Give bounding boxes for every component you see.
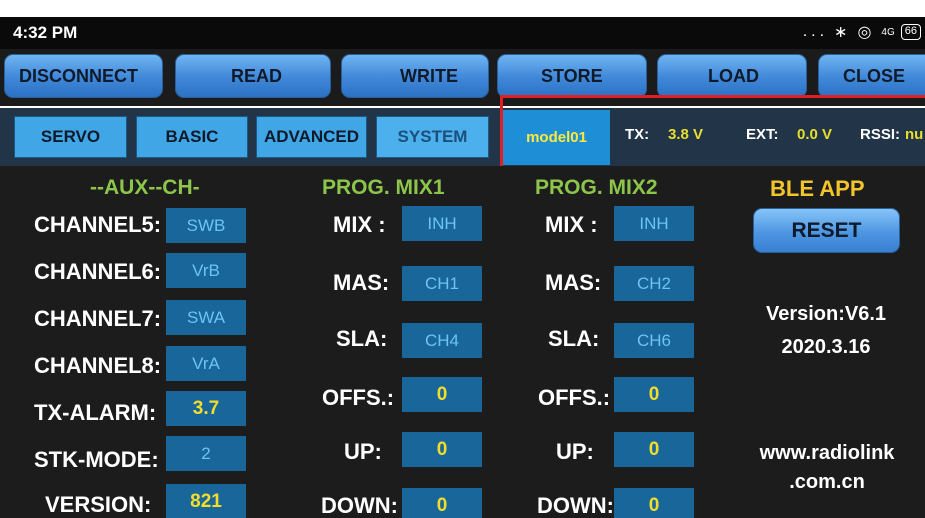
bluetooth-icon: ∗ [834,24,852,41]
mix1-slave-label: SLA: [336,326,388,351]
mix2-down-label: DOWN: [537,493,614,518]
mix1-up-input[interactable]: 0 [402,432,482,467]
more-dots-icon: ... [802,23,829,40]
mix2-slave-select[interactable]: CH6 [614,323,694,358]
mix2-offset-input[interactable]: 0 [614,377,694,412]
reset-button[interactable]: RESET [753,208,900,253]
tab-system[interactable]: SYSTEM [376,116,489,158]
mix1-down-label: DOWN: [321,493,398,518]
channel6-label: CHANNEL6: [34,259,162,284]
mix2-master-label: MAS: [545,270,602,295]
mix1-master-select[interactable]: CH1 [402,266,482,301]
read-button[interactable]: READ [175,54,331,98]
status-bar: 4:32 PM ... ∗ ◎ 4G 66 [0,17,925,49]
mix2-mix-select[interactable]: INH [614,206,694,241]
aux-channel-header: --AUX--CH- [90,176,200,199]
mix1-mix-select[interactable]: INH [402,206,482,241]
version-value: 821 [166,484,246,518]
stk-mode-select[interactable]: 2 [166,436,246,471]
stk-mode-label: STK-MODE: [34,447,159,472]
mix2-slave-label: SLA: [548,326,600,351]
disconnect-button[interactable]: DISCONNECT [4,54,163,98]
mix1-master-label: MAS: [333,270,390,295]
channel6-select[interactable]: VrB [166,253,246,288]
mix1-offset-input[interactable]: 0 [402,377,482,412]
mix2-master-select[interactable]: CH2 [614,266,694,301]
mix2-up-label: UP: [556,439,594,464]
mix2-offset-label: OFFS.: [538,385,611,410]
mix2-mix-label: MIX : [545,212,598,237]
tab-servo[interactable]: SERVO [14,116,127,158]
app-version: Version:V6.1 [765,303,887,325]
status-icons: ... ∗ ◎ 4G 66 [797,22,921,42]
ble-app-header: BLE APP [770,176,865,201]
battery-icon: 66 [900,24,921,40]
channel5-select[interactable]: SWB [166,208,246,243]
mix1-mix-label: MIX : [333,212,386,237]
channel7-select[interactable]: SWA [166,300,246,335]
status-time: 4:32 PM [13,23,78,42]
website-line2: .com.cn [789,471,865,493]
channel5-label: CHANNEL5: [34,212,162,237]
app-screen: 4:32 PM ... ∗ ◎ 4G 66 DISCONNECT READ WR… [0,0,925,518]
tx-alarm-input[interactable]: 3.7 [166,391,246,426]
prog-mix2-header: PROG. MIX2 [535,176,658,199]
mix2-up-input[interactable]: 0 [614,432,694,467]
channel8-select[interactable]: VrA [166,346,246,381]
store-button[interactable]: STORE [497,54,647,98]
mix2-down-input[interactable]: 0 [614,488,694,518]
tab-basic[interactable]: BASIC [136,116,248,158]
write-button[interactable]: WRITE [341,54,489,98]
load-button[interactable]: LOAD [657,54,807,98]
signal-icon: 4G [881,26,895,38]
version-label: VERSION: [45,492,152,517]
mix1-offset-label: OFFS.: [322,385,395,410]
mix1-down-input[interactable]: 0 [402,488,482,518]
mix1-slave-select[interactable]: CH4 [402,323,482,358]
channel7-label: CHANNEL7: [34,306,162,331]
website-line1: www.radiolink [759,442,895,464]
prog-mix1-header: PROG. MIX1 [322,176,445,199]
alarm-icon: ◎ [857,24,876,41]
telemetry-highlight-box [500,95,925,174]
app-date: 2020.3.16 [781,336,871,358]
mix1-up-label: UP: [344,439,382,464]
channel8-label: CHANNEL8: [34,353,162,378]
close-button[interactable]: CLOSE [818,54,925,98]
tx-alarm-label: TX-ALARM: [34,400,157,425]
tab-advanced[interactable]: ADVANCED [256,116,367,158]
